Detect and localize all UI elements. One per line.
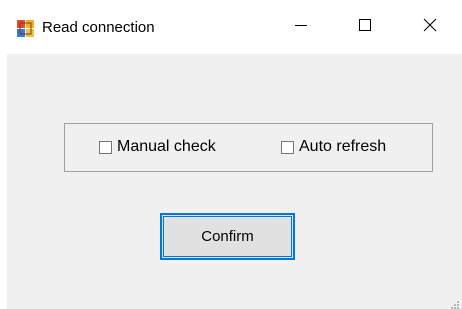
minimize-icon bbox=[294, 18, 308, 37]
dialog-client-area: Manual check Auto refresh Confirm bbox=[7, 54, 462, 309]
window-title: Read connection bbox=[42, 19, 155, 36]
close-button[interactable] bbox=[407, 0, 453, 54]
close-icon bbox=[423, 18, 437, 37]
dialog-window: Read connection Manual check Auto refres… bbox=[0, 0, 462, 309]
maximize-button[interactable] bbox=[342, 0, 388, 54]
app-icon bbox=[17, 20, 34, 37]
maximize-icon bbox=[358, 18, 372, 37]
auto-refresh-label[interactable]: Auto refresh bbox=[299, 137, 386, 157]
title-bar[interactable]: Read connection bbox=[0, 0, 462, 54]
confirm-label: Confirm bbox=[201, 228, 254, 245]
manual-check-label[interactable]: Manual check bbox=[117, 137, 216, 157]
resize-grip-icon[interactable] bbox=[450, 297, 460, 309]
confirm-button[interactable]: Confirm bbox=[160, 213, 295, 260]
manual-check-box[interactable] bbox=[99, 140, 112, 154]
options-group: Manual check Auto refresh bbox=[64, 123, 433, 172]
minimize-button[interactable] bbox=[278, 0, 324, 54]
manual-check-checkbox[interactable]: Manual check bbox=[99, 137, 216, 157]
auto-refresh-checkbox[interactable]: Auto refresh bbox=[281, 137, 386, 157]
auto-refresh-box[interactable] bbox=[281, 140, 294, 154]
